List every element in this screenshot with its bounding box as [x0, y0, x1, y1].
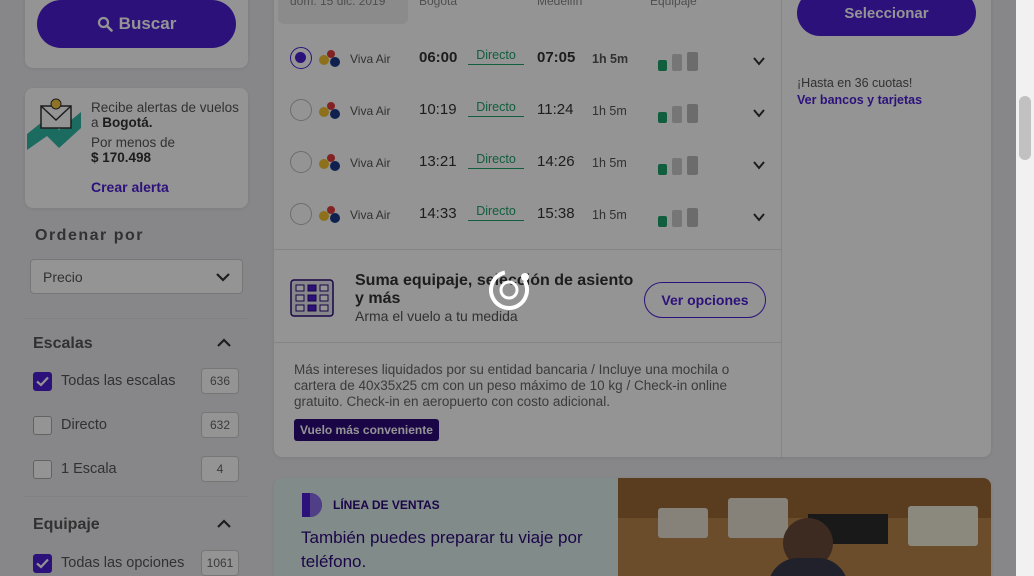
loading-spinner-icon: [489, 270, 529, 310]
scrollbar-thumb[interactable]: [1019, 96, 1031, 160]
page-scrollbar[interactable]: [1016, 0, 1034, 576]
